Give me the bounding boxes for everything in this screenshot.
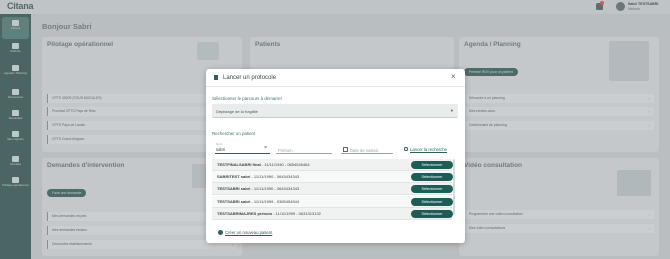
nom-label: Nom bbox=[216, 142, 223, 146]
patient-details: - 11/11/1990 - 0643434343 bbox=[250, 174, 300, 179]
close-icon[interactable]: × bbox=[451, 73, 456, 81]
launch-protocol-modal: Lancer un protocole × Sélectionner le pa… bbox=[206, 69, 465, 243]
select-button[interactable]: Sélectionner bbox=[411, 185, 453, 193]
results-scrollbar[interactable] bbox=[453, 159, 455, 215]
patient-name: SABRITEST sabri bbox=[217, 174, 251, 179]
patient-name: TESTFINALSABRI final bbox=[217, 162, 261, 167]
parcours-select[interactable]: Dépistage de la fragilité ▾ bbox=[212, 104, 458, 118]
results-list: TESTFINALSABRI final - 11/11/1940 - 0654… bbox=[212, 158, 458, 220]
prenom-underline bbox=[276, 153, 332, 154]
date-underline bbox=[341, 153, 393, 154]
nom-underline bbox=[215, 153, 270, 154]
table-row[interactable]: TESTFINALSABRI final - 11/11/1940 - 0654… bbox=[212, 159, 453, 171]
modal-title: Lancer un protocole bbox=[223, 75, 277, 81]
search-patient-label: Rechercher un patient bbox=[212, 131, 256, 136]
patient-name: TESTSABRI sabri bbox=[217, 186, 251, 191]
nom-input[interactable]: sabri bbox=[216, 147, 225, 152]
create-patient-link[interactable]: Créer un nouveau patient bbox=[225, 230, 272, 235]
select-button[interactable]: Sélectionner bbox=[411, 210, 453, 218]
select-button[interactable]: Sélectionner bbox=[411, 173, 453, 181]
table-row[interactable]: SABRITEST sabri - 11/11/1990 - 064343434… bbox=[212, 171, 453, 183]
caret-down-icon: ▾ bbox=[450, 108, 453, 113]
calendar-icon[interactable] bbox=[343, 147, 348, 152]
table-row[interactable]: TESTSABRIMAJRES prénom - 11/11/1999 - 06… bbox=[212, 208, 453, 220]
search-button[interactable]: Lancer la recherche bbox=[410, 147, 447, 152]
add-user-icon[interactable] bbox=[218, 230, 223, 235]
flag-icon bbox=[214, 75, 218, 80]
modal-header: Lancer un protocole × bbox=[206, 69, 465, 87]
search-icon[interactable] bbox=[404, 147, 408, 151]
table-row[interactable]: TESTSABRI sabri - 11/11/1999 - 036545454… bbox=[212, 196, 453, 208]
parcours-label: Sélectionner le parcours à démarrer bbox=[212, 96, 283, 101]
patient-name: TESTSABRIMAJRES prénom bbox=[217, 211, 273, 216]
patient-details: - 11/11/1940 - 0654545464 bbox=[260, 162, 310, 167]
select-button[interactable]: Sélectionner bbox=[411, 198, 453, 206]
patient-name: TESTSABRI sabri bbox=[217, 199, 251, 204]
clear-icon[interactable]: × bbox=[264, 145, 267, 151]
patient-details: - 11/11/1999 - 0631313132 bbox=[272, 211, 321, 216]
patient-details: - 11/11/1999 - 0365454544 bbox=[250, 199, 300, 204]
patient-details: - 11/11/1990 - 0643434343 bbox=[250, 186, 300, 191]
table-row[interactable]: TESTSABRI sabri - 11/11/1990 - 064343434… bbox=[212, 183, 453, 195]
parcours-value: Dépistage de la fragilité bbox=[216, 109, 258, 114]
select-button[interactable]: Sélectionner bbox=[411, 161, 453, 169]
